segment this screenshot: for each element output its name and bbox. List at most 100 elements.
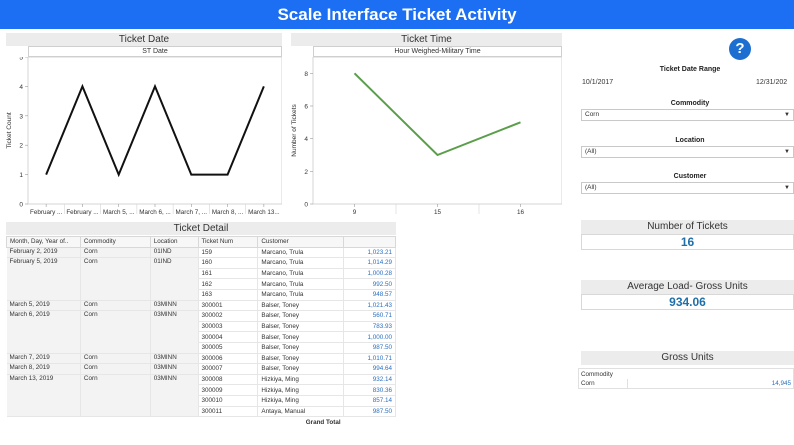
cell-ticket-num: 300004 [198, 331, 259, 343]
cell-ticket-num: 300009 [198, 384, 259, 396]
x-tick-label: March 5, ... [103, 209, 135, 216]
y-tick-label: 2 [304, 169, 308, 176]
ticket-date-chart[interactable]: 0 1 2 3 4 5 February ... February ... March 5, .… [6, 57, 282, 218]
cell-commodity: Corn [80, 363, 151, 375]
column-header-location[interactable]: Location [149, 236, 199, 248]
avg-load-value: 934.06 [581, 294, 794, 310]
x-tick-label: 9 [353, 209, 357, 216]
cell-customer: Hizkiya, Ming [257, 374, 345, 386]
customer-filter-label: Customer [673, 173, 707, 180]
location-filter-label: Location [675, 137, 705, 144]
location-select[interactable]: (All) ▼ [581, 146, 794, 158]
cell-date: February 5, 2019 [6, 257, 81, 301]
cell-gross-units: 1,000.00 [343, 331, 396, 343]
cell-gross-units: 560.71 [343, 310, 396, 322]
cell-gross-units: 948.57 [343, 289, 396, 301]
cell-location: 03MINN [150, 374, 199, 418]
commodity-select[interactable]: Corn ▼ [581, 109, 794, 121]
gross-units-row-value: 14,945 [627, 379, 791, 388]
location-select-value: (All) [585, 148, 597, 155]
cell-ticket-num: 300010 [198, 395, 259, 407]
cell-ticket-num: 300003 [198, 321, 259, 333]
column-header-ticket-num[interactable]: Ticket Num [197, 236, 259, 248]
plot-area [312, 57, 562, 205]
table-row[interactable]: March 6, 2019 Corn 03MINN 300002 Balser, Ton… [6, 310, 396, 354]
ticket-date-title: Ticket Date [6, 33, 282, 46]
chevron-down-icon: ▼ [784, 185, 790, 191]
num-tickets-value: 16 [581, 234, 794, 250]
cell-commodity: Corn [80, 374, 151, 418]
y-tick-label: 0 [19, 202, 23, 209]
cell-ticket-num: 300001 [198, 300, 259, 312]
empty-cell [198, 417, 258, 428]
column-header-commodity[interactable]: Commodity [79, 236, 151, 248]
cell-ticket-num: 300006 [198, 353, 259, 365]
commodity-filter-label: Commodity [670, 100, 710, 107]
grand-total-row: Grand Total [7, 417, 396, 428]
cell-date: March 8, 2019 [6, 363, 81, 375]
y-axis-label: Number of Tickets [291, 104, 298, 157]
cell-date: March 6, 2019 [6, 310, 81, 354]
x-tick-label: March 6, ... [139, 209, 171, 216]
column-header-customer[interactable]: Customer [257, 236, 345, 248]
cell-ticket-num: 300011 [198, 406, 259, 418]
cell-ticket-num: 300008 [198, 374, 259, 386]
cell-gross-units: 857.14 [343, 395, 396, 407]
commodity-select-value: Corn [585, 111, 600, 118]
cell-ticket-num: 300005 [198, 342, 259, 354]
cell-customer: Balser, Toney [257, 310, 345, 322]
y-axis-label: Ticket Count [6, 112, 13, 148]
cell-ticket-num: 160 [198, 257, 259, 269]
cell-gross-units: 987.50 [343, 406, 396, 418]
cell-customer: Marcano, Trula [257, 278, 345, 290]
column-header-gross-units[interactable] [343, 236, 396, 248]
cell-customer: Marcano, Trula [257, 247, 345, 259]
cell-gross-units: 1,023.21 [343, 247, 396, 259]
ticket-date-subtitle: ST Date [28, 46, 282, 57]
column-header-date[interactable]: Month, Day, Year of.. [6, 236, 81, 248]
cell-customer: Marcano, Trula [257, 268, 345, 280]
cell-gross-units: 830.36 [343, 384, 396, 396]
ticket-detail-table: Month, Day, Year of.. Commodity Location… [6, 236, 396, 427]
x-tick-label: 16 [517, 209, 525, 216]
gross-units-header: Commodity [581, 371, 613, 378]
table-row[interactable]: March 5, 2019 Corn 03MINN 300001 Balser, Ton… [6, 300, 396, 312]
table-row[interactable]: March 7, 2019 Corn 03MINN 300006 Balser, Ton… [6, 353, 396, 365]
cell-commodity: Corn [80, 300, 151, 312]
y-tick-label: 6 [304, 104, 308, 111]
cell-gross-units: 994.64 [343, 363, 396, 375]
ticket-time-chart[interactable]: 0 2 4 6 8 9 15 16 Number of Tickets [291, 57, 562, 218]
table-row[interactable]: February 5, 2019 Corn 01IND 160 Marcano, Tru… [6, 257, 396, 301]
table-row[interactable]: February 2, 2019 Corn 01IND 159 Marcano, Tru… [6, 247, 396, 259]
table-row[interactable]: March 8, 2019 Corn 03MINN 300007 Balser, Ton… [6, 363, 396, 375]
table-row[interactable]: March 13, 2019 Corn 03MINN 300008 Hizkiya, M… [6, 374, 396, 418]
help-icon[interactable]: ? [729, 38, 751, 60]
cell-ticket-num: 161 [198, 268, 259, 280]
date-range-label: Ticket Date Range [659, 66, 721, 73]
ticket-detail-title: Ticket Detail [6, 222, 396, 235]
date-range-end[interactable]: 12/31/202 [756, 79, 794, 86]
cell-gross-units: 1,014.29 [343, 257, 396, 269]
customer-select[interactable]: (All) ▼ [581, 182, 794, 194]
x-tick-label: March 13... [248, 209, 280, 216]
cell-ticket-num: 300002 [198, 310, 259, 322]
date-range-start[interactable]: 10/1/2017 [582, 79, 613, 86]
cell-location: 03MINN [150, 310, 199, 354]
cell-date: February 2, 2019 [6, 247, 81, 259]
cell-gross-units: 1,010.71 [343, 353, 396, 365]
cell-location: 03MINN [150, 300, 199, 312]
num-tickets-title: Number of Tickets [581, 220, 794, 234]
cell-commodity: Corn [80, 247, 151, 259]
y-tick-label: 4 [19, 84, 23, 91]
y-tick-label: 5 [19, 57, 23, 62]
cell-location: 01IND [150, 247, 199, 259]
table-header-row: Month, Day, Year of.. Commodity Location… [6, 236, 396, 248]
cell-gross-units: 992.50 [343, 278, 396, 290]
cell-customer: Hizkiya, Ming [257, 384, 345, 396]
chevron-down-icon: ▼ [784, 149, 790, 155]
cell-customer: Balser, Toney [257, 331, 345, 343]
y-tick-label: 1 [19, 172, 23, 179]
cell-customer: Marcano, Trula [257, 289, 345, 301]
empty-cell [150, 417, 198, 428]
plot-area [27, 57, 282, 205]
